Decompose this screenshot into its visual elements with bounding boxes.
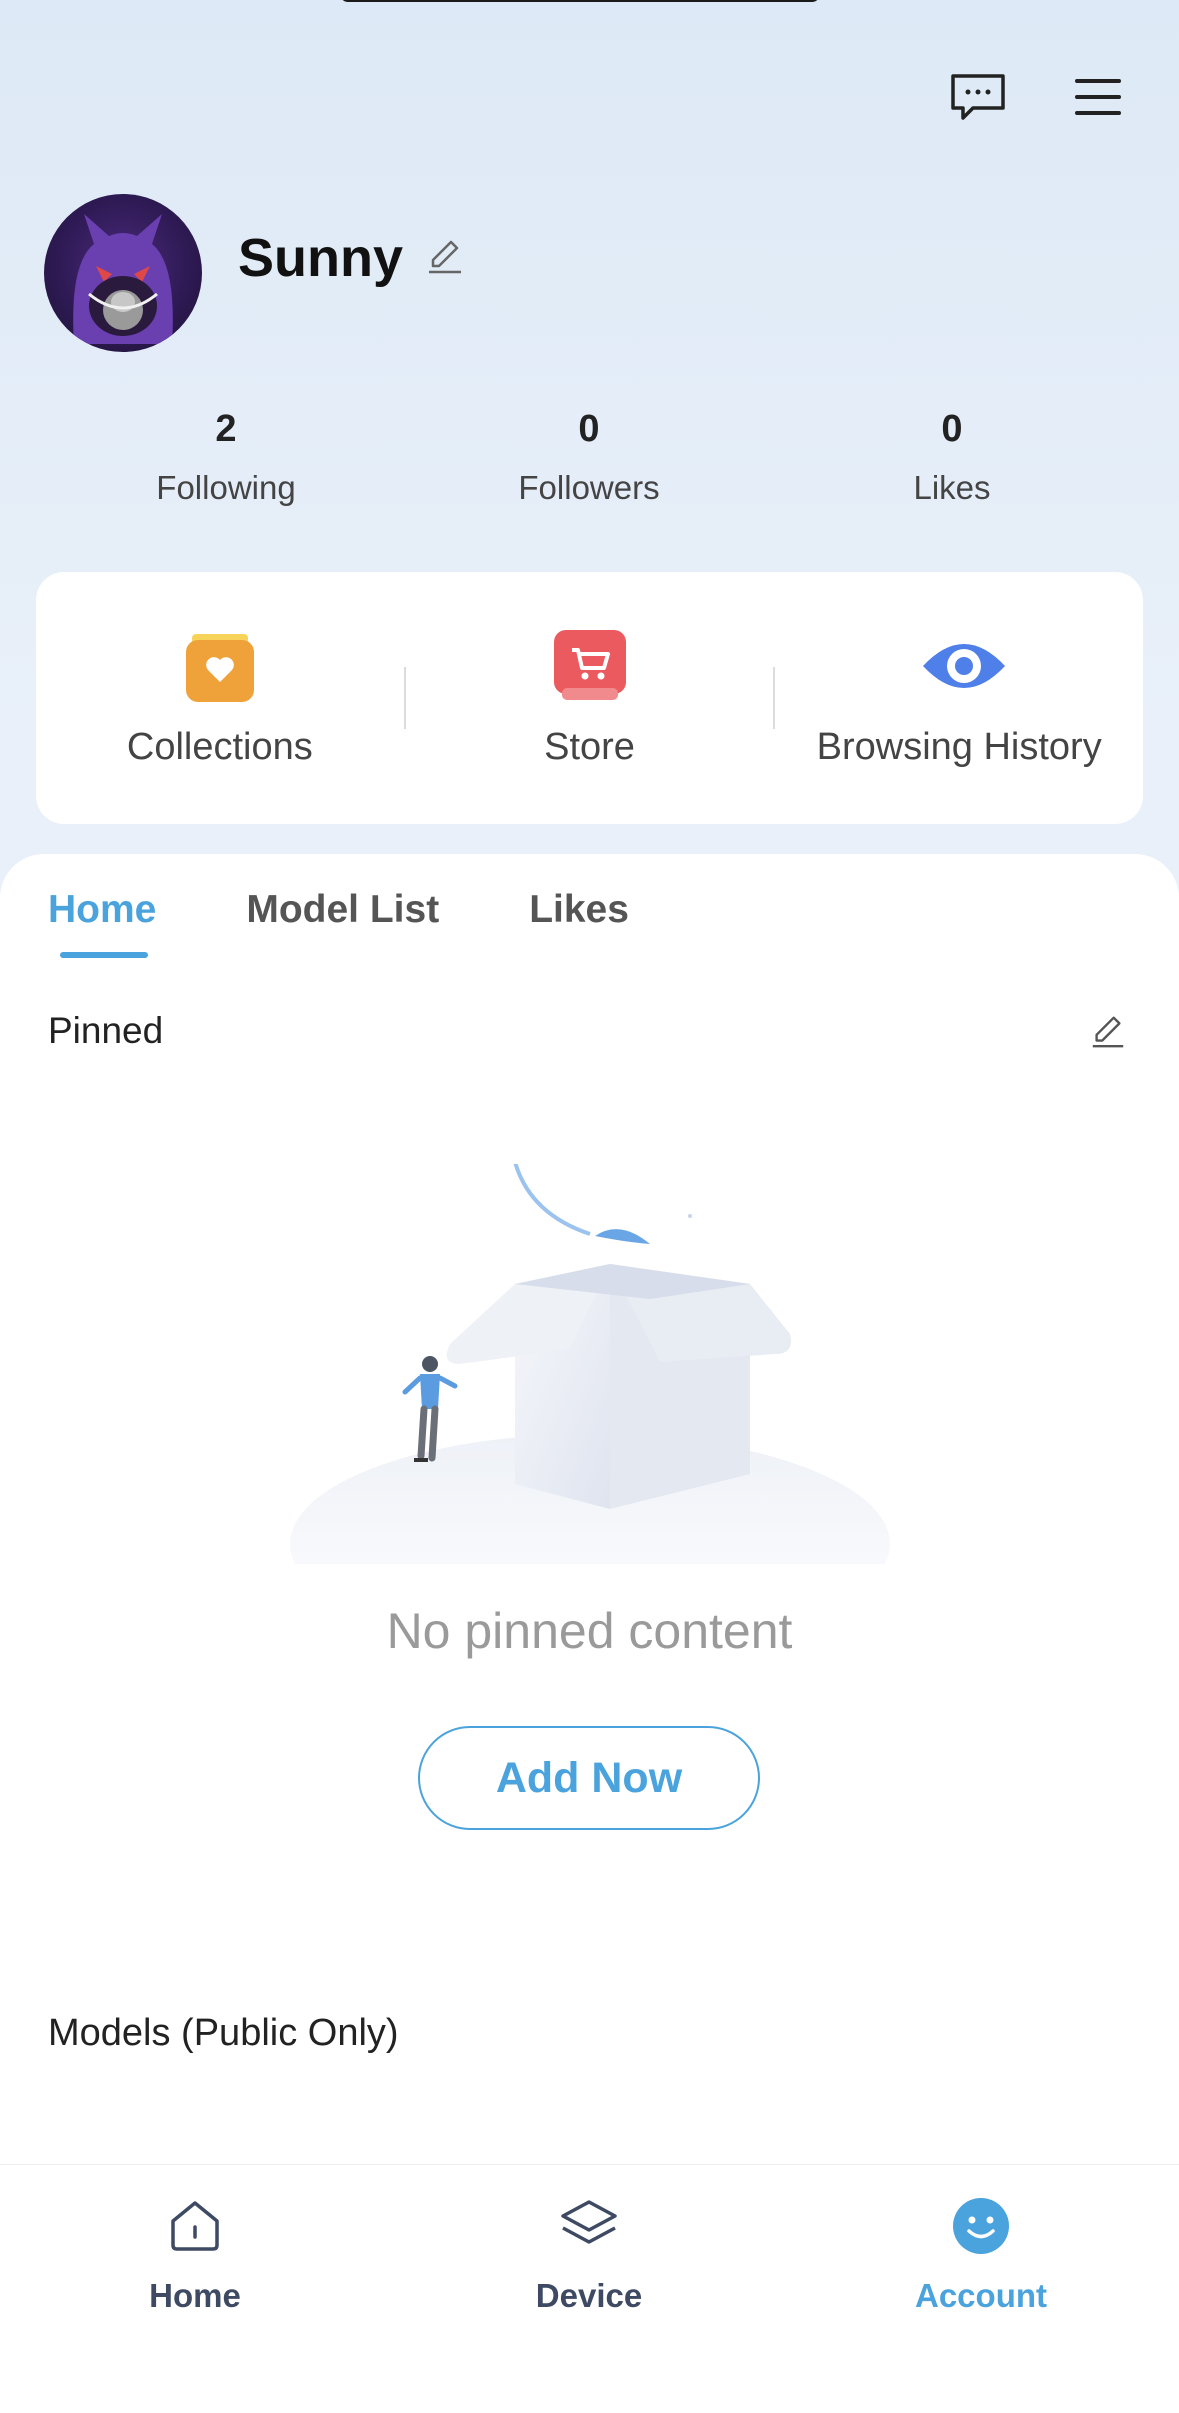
stat-value: 2 [215,408,237,450]
layers-icon [558,2195,620,2257]
stat-label: Likes [913,469,991,506]
status-notch [340,0,820,2]
stat-following[interactable]: 2 Following [106,408,346,507]
hamburger-menu-icon[interactable] [1067,66,1129,128]
collections-label: Collections [126,725,313,768]
tab-home[interactable]: Home [48,888,156,958]
nav-device[interactable]: Device [479,2195,699,2315]
stat-label: Following [156,469,296,506]
profile-header: Sunny [44,194,465,352]
nav-home[interactable]: Home [85,2195,305,2315]
profile-tabs: Home Model List Likes [48,888,629,958]
username: Sunny [238,227,465,289]
collections-jar-icon [182,628,258,704]
stat-label: Followers [518,469,660,506]
collections-button[interactable]: Collections [36,572,404,824]
empty-state-text: No pinned content [386,1603,793,1659]
stat-value: 0 [941,408,963,450]
stat-value: 0 [578,408,600,450]
pinned-edit-icon[interactable] [1089,1012,1127,1055]
nav-account[interactable]: Account [871,2195,1091,2315]
store-label: Store [544,725,635,768]
smiley-account-icon [950,2195,1012,2257]
empty-box-illustration [290,1161,890,1654]
nav-device-label: Device [535,2277,643,2314]
tab-model-list[interactable]: Model List [246,888,439,958]
nav-account-label: Account [915,2277,1047,2314]
tab-likes[interactable]: Likes [529,888,629,958]
stat-followers[interactable]: 0 Followers [469,408,709,507]
content-panel: Home Model List Likes Pinned No pinned c… [0,854,1179,2164]
browsing-history-label: Browsing History [816,725,1102,768]
quick-actions-card: Collections Store Browsing History [36,572,1143,824]
add-now-button[interactable]: Add Now [418,1726,760,1830]
chat-bubble-icon[interactable] [947,66,1009,128]
pencil-icon[interactable] [425,227,465,289]
username-text: Sunny [238,228,404,288]
top-actions [947,66,1129,128]
avatar[interactable] [44,194,202,352]
home-icon [164,2195,226,2257]
cart-icon [552,628,628,704]
browsing-history-button[interactable]: Browsing History [775,572,1143,824]
bottom-navigation: Home Device Account [0,2164,1179,2413]
nav-home-label: Home [149,2277,241,2314]
pinned-heading: Pinned [48,1010,164,1051]
stat-likes[interactable]: 0 Likes [832,408,1072,507]
store-button[interactable]: Store [406,572,774,824]
eye-icon [921,628,1006,704]
models-heading: Models (Public Only) [48,2012,399,2054]
